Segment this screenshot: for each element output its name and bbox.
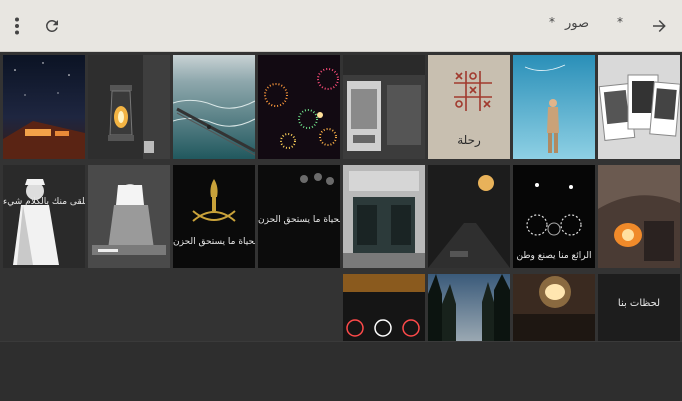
photo-grid: رحلة كيف نلقى منك: [0, 51, 682, 341]
photo-caption: كيف نلقى منك بالكلام شيء: [3, 197, 85, 207]
photo-caption: في الحياة ما يستحق الحزن: [258, 215, 340, 225]
toolbar-star-right: *: [617, 15, 623, 29]
photo-tile[interactable]: [428, 165, 510, 268]
photo-tile[interactable]: الرائع منا يصنع وطن: [513, 165, 595, 268]
photo-tile[interactable]: [88, 165, 170, 268]
photo-tile[interactable]: [3, 55, 85, 159]
toolbar-star-left: *: [549, 15, 555, 29]
app-bar: * صور *: [0, 0, 682, 52]
photo-tile[interactable]: [258, 55, 340, 159]
photo-tile[interactable]: [88, 55, 170, 159]
photo-tile[interactable]: [598, 55, 680, 159]
photo-tile[interactable]: [343, 274, 425, 341]
photo-tile[interactable]: [428, 274, 510, 341]
photo-tile[interactable]: لحظات بنا: [598, 274, 680, 341]
photo-caption: الرائع منا يصنع وطن: [516, 251, 592, 261]
photo-tile[interactable]: [598, 165, 680, 268]
bottom-area: [0, 341, 682, 401]
photo-tile[interactable]: ليس في الحياة ما يستحق الحزن: [173, 165, 255, 268]
more-vert-icon[interactable]: [6, 0, 28, 51]
photo-tile[interactable]: [513, 274, 595, 341]
arrow-back-icon[interactable]: [646, 0, 672, 51]
page-title: صور: [565, 16, 590, 31]
photo-caption: ليس في الحياة ما يستحق الحزن: [173, 237, 255, 247]
photo-caption: لحظات بنا: [617, 298, 661, 309]
photo-tile[interactable]: [343, 165, 425, 268]
photo-tile[interactable]: رحلة: [428, 55, 510, 159]
photo-tile[interactable]: كيف نلقى منك بالكلام شيء: [3, 165, 85, 268]
refresh-icon[interactable]: [40, 0, 64, 51]
photo-tile[interactable]: [343, 55, 425, 159]
photo-tile[interactable]: [173, 55, 255, 159]
photo-caption: رحلة: [457, 133, 481, 147]
photo-tile[interactable]: في الحياة ما يستحق الحزن: [258, 165, 340, 268]
photo-tile[interactable]: [513, 55, 595, 159]
